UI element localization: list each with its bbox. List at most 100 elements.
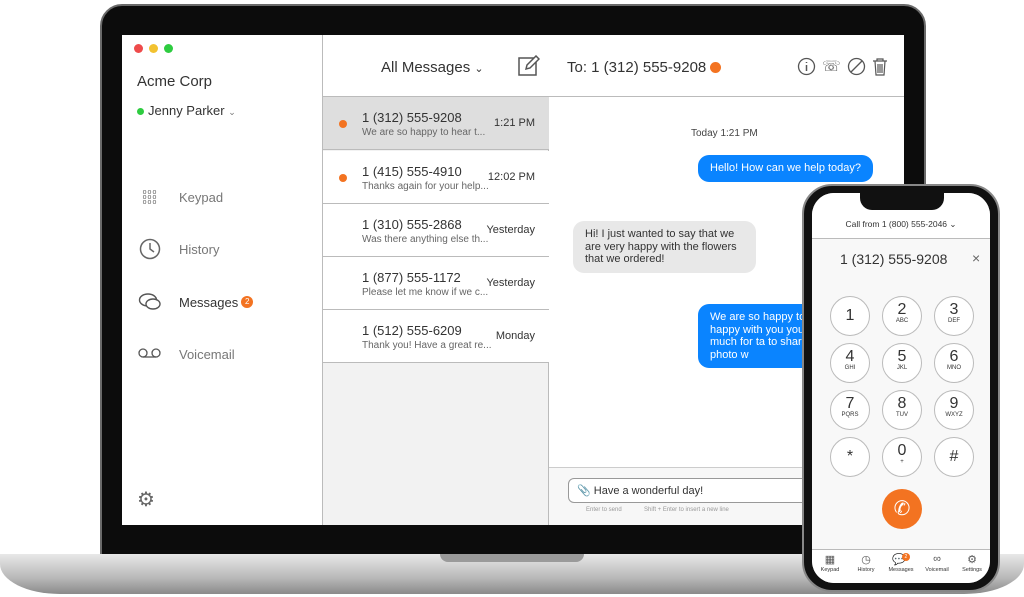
key-digit: 2 [897, 301, 907, 318]
tab-label: Keypad [820, 567, 840, 573]
conversation-row[interactable]: 1 (415) 555-4910 Thanks again for your he… [323, 151, 549, 204]
key-digit: 7 [845, 395, 855, 412]
messages-badge: 2 [241, 296, 254, 308]
conversation-row[interactable]: 1 (310) 555-2868 Was there anything else … [323, 204, 549, 257]
conversation-row[interactable]: 1 (877) 555-1172 Please let me know if we… [323, 257, 549, 310]
chat-bubbles-icon [137, 290, 163, 314]
gear-icon[interactable]: ⚙ [137, 487, 155, 512]
tab-history[interactable]: ◷ History [848, 553, 884, 573]
sidebar-item-voicemail[interactable]: Voicemail [137, 339, 317, 369]
chat-timestamp: Today 1:21 PM [691, 128, 758, 139]
conversation-phone: 1 (310) 555-2868 [362, 217, 462, 232]
sidebar-item-keypad[interactable]: ooo ooo ooo Keypad [137, 182, 317, 212]
conversation-preview: We are so happy to hear t... [362, 127, 486, 138]
voicemail-icon: ∞ [933, 553, 941, 565]
sidebar-item-label: Messages [179, 294, 239, 310]
key-letters: MNO [947, 365, 961, 371]
recipient-label: To: 1 (312) 555-9208 [567, 59, 707, 76]
company-name: Acme Corp [137, 73, 213, 90]
user-menu[interactable]: Jenny Parker ⌄ [137, 103, 236, 118]
keypad-key[interactable]: 0 + [882, 437, 922, 477]
filter-dropdown[interactable]: All Messages ⌄ [381, 59, 484, 76]
key-digit: 4 [845, 348, 855, 365]
keypad-key[interactable]: 8 TUV [882, 390, 922, 430]
conversation-preview: Was there anything else th... [362, 234, 489, 245]
sidebar: Acme Corp Jenny Parker ⌄ ooo ooo ooo Keypad… [122, 35, 323, 525]
compose-icon[interactable] [518, 54, 541, 82]
key-digit: 1 [845, 307, 855, 324]
tab-settings[interactable]: ⚙ Settings [954, 553, 990, 573]
block-icon[interactable] [847, 57, 866, 80]
conversation-time: Monday [495, 330, 535, 342]
keypad-key[interactable]: 5 JKL [882, 343, 922, 383]
send-hint: Enter to send [586, 507, 622, 513]
clear-icon[interactable]: × [972, 250, 980, 266]
newline-hint: Shift + Enter to insert a new line [644, 507, 729, 513]
dialed-number: 1 (312) 555-9208 [840, 251, 948, 267]
phone-icon[interactable]: ☏ [822, 57, 841, 80]
sidebar-item-label: Keypad [179, 189, 224, 205]
keypad-key[interactable]: 1 [830, 296, 870, 336]
tab-keypad[interactable]: ▦ Keypad [812, 553, 848, 573]
clock-icon [137, 237, 163, 261]
key-letters: TUV [896, 412, 908, 418]
keypad-key[interactable]: 4 GHI [830, 343, 870, 383]
key-digit: 5 [897, 348, 907, 365]
received-message: Hi! I just wanted to say that we are ver… [573, 221, 756, 273]
maximize-window-button[interactable] [164, 44, 173, 53]
key-letters: + [900, 459, 904, 465]
info-icon[interactable] [797, 57, 816, 80]
conversation-time: 1:21 PM [494, 117, 535, 129]
keypad-key[interactable]: 2 ABC [882, 296, 922, 336]
paperclip-icon[interactable]: 📎 [577, 485, 591, 497]
gear-icon: ⚙ [967, 554, 977, 566]
keypad-icon: ooo ooo ooo [142, 188, 158, 206]
trash-icon[interactable] [872, 57, 888, 80]
keypad-key[interactable]: 3 DEF [934, 296, 974, 336]
key-letters: DEF [948, 318, 960, 324]
tab-voicemail[interactable]: ∞ Voicemail [919, 553, 955, 573]
chevron-down-icon: ⌄ [228, 107, 236, 117]
tab-label: Messages [888, 567, 914, 573]
key-letters: ABC [895, 318, 909, 324]
conversation-time: Yesterday [486, 277, 535, 289]
conversation-phone: 1 (877) 555-1172 [362, 270, 461, 285]
sent-message: Hello! How can we help today? [698, 155, 874, 182]
phone-notch [860, 193, 944, 210]
unread-dot [339, 174, 347, 182]
caller-id: Call from 1 (800) 555-2046 [845, 219, 948, 229]
conversation-time: Yesterday [486, 224, 535, 236]
conversation-row[interactable]: 1 (512) 555-6209 Thank you! Have a great … [323, 310, 549, 363]
desktop-app: Acme Corp Jenny Parker ⌄ ooo ooo ooo Keypad… [122, 35, 904, 525]
minimize-window-button[interactable] [149, 44, 158, 53]
keypad-key[interactable]: 6 MNO [934, 343, 974, 383]
keypad-key[interactable]: # [934, 437, 974, 477]
key-digit: 8 [897, 395, 907, 412]
mobile-app: Call from 1 (800) 555-2046 ⌄ 1 (312) 555… [812, 193, 990, 583]
clock-icon: ◷ [861, 554, 871, 566]
conversation-row[interactable]: 1 (312) 555-9208 We are so happy to hear … [323, 97, 549, 150]
header: All Messages ⌄ To: 1 (312) 555-9208 ☏ [323, 35, 904, 97]
tab-messages[interactable]: 💬2 Messages [883, 553, 919, 573]
conversation-phone: 1 (415) 555-4910 [362, 164, 462, 179]
filter-label: All Messages [381, 59, 471, 76]
tab-label: Voicemail [925, 567, 949, 573]
caller-id-dropdown[interactable]: Call from 1 (800) 555-2046 ⌄ [812, 219, 990, 230]
key-digit: 0 [897, 442, 907, 459]
keypad-key[interactable]: 9 WXYZ [934, 390, 974, 430]
key-letters: JKL [896, 365, 908, 371]
conversation-list: 1 (312) 555-9208 We are so happy to hear … [323, 97, 549, 525]
message-input-value: Have a wonderful day! [593, 485, 704, 497]
keypad-key[interactable]: * [830, 437, 870, 477]
phone-icon: ✆ [893, 498, 911, 520]
key-letters: WXYZ [945, 412, 963, 418]
laptop-notch [440, 554, 584, 562]
keypad-key[interactable]: 7 PQRS [830, 390, 870, 430]
close-window-button[interactable] [134, 44, 143, 53]
sidebar-item-messages[interactable]: Messages 2 [137, 287, 317, 317]
conversation-time: 12:02 PM [487, 171, 535, 183]
tab-label: History [857, 567, 875, 573]
recipient: To: 1 (312) 555-9208 [567, 59, 722, 76]
call-button[interactable]: ✆ [882, 489, 922, 529]
sidebar-item-history[interactable]: History [137, 234, 317, 264]
